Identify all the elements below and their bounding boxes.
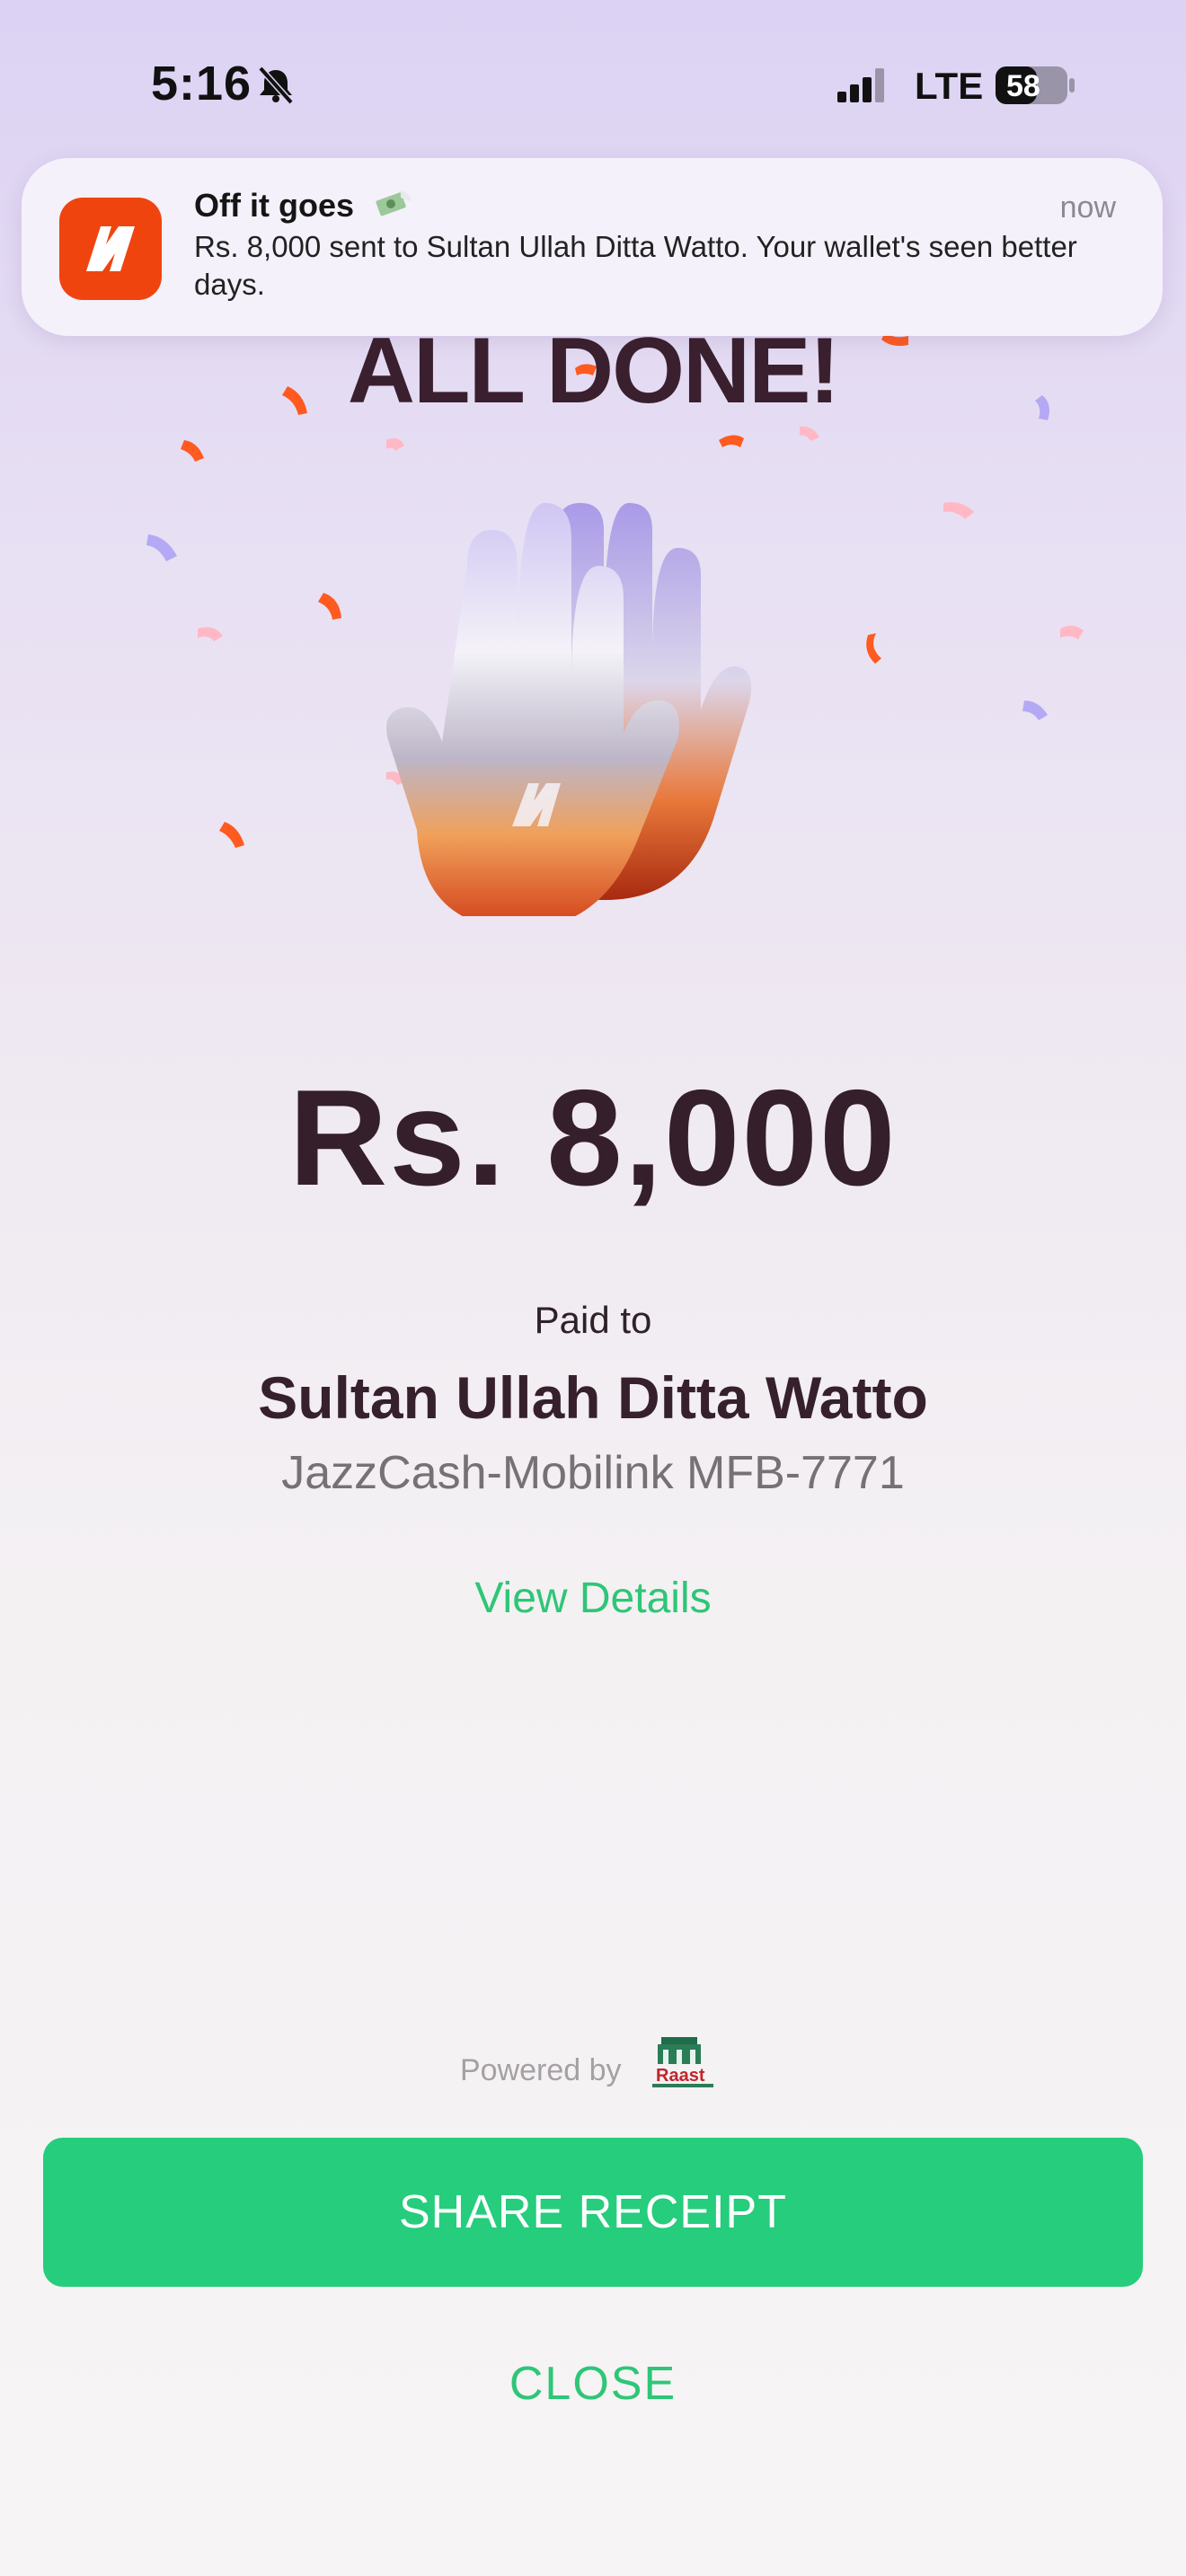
payee-account: JazzCash-Mobilink MFB-7771 (281, 1447, 905, 1499)
raast-logo: Raast (649, 2032, 717, 2104)
app-logo-icon (59, 198, 162, 300)
raast-logo-text: Raast (656, 2066, 705, 2086)
bell-slash-icon (258, 66, 294, 105)
money-with-wings-icon (376, 190, 412, 216)
status-time: 5:16 (151, 57, 252, 110)
close-button[interactable]: CLOSE (0, 2357, 1186, 2411)
notification-body: Rs. 8,000 sent to Sultan Ullah Ditta Wat… (194, 230, 1077, 301)
battery-level: 58 (1006, 69, 1040, 103)
payee-name: Sultan Ullah Ditta Watto (258, 1364, 928, 1431)
high-five-hands-icon (386, 503, 752, 916)
notification-title: Off it goes (194, 187, 354, 224)
battery-icon: 58 (994, 65, 1078, 106)
powered-by-label: Powered by (460, 2053, 622, 2087)
cellular-signal-icon (837, 68, 884, 102)
notification-banner[interactable]: Off it goes Rs. 8,000 sent to Sultan Ull… (22, 158, 1163, 336)
notification-time: now (1059, 190, 1116, 225)
share-receipt-button[interactable]: SHARE RECEIPT (43, 2138, 1143, 2287)
payment-amount: Rs. 8,000 (288, 1062, 898, 1214)
view-details-link[interactable]: View Details (0, 1574, 1186, 1623)
paid-to-label: Paid to (534, 1299, 652, 1341)
network-type: LTE (915, 65, 984, 107)
success-title: ALL DONE! (347, 319, 840, 423)
